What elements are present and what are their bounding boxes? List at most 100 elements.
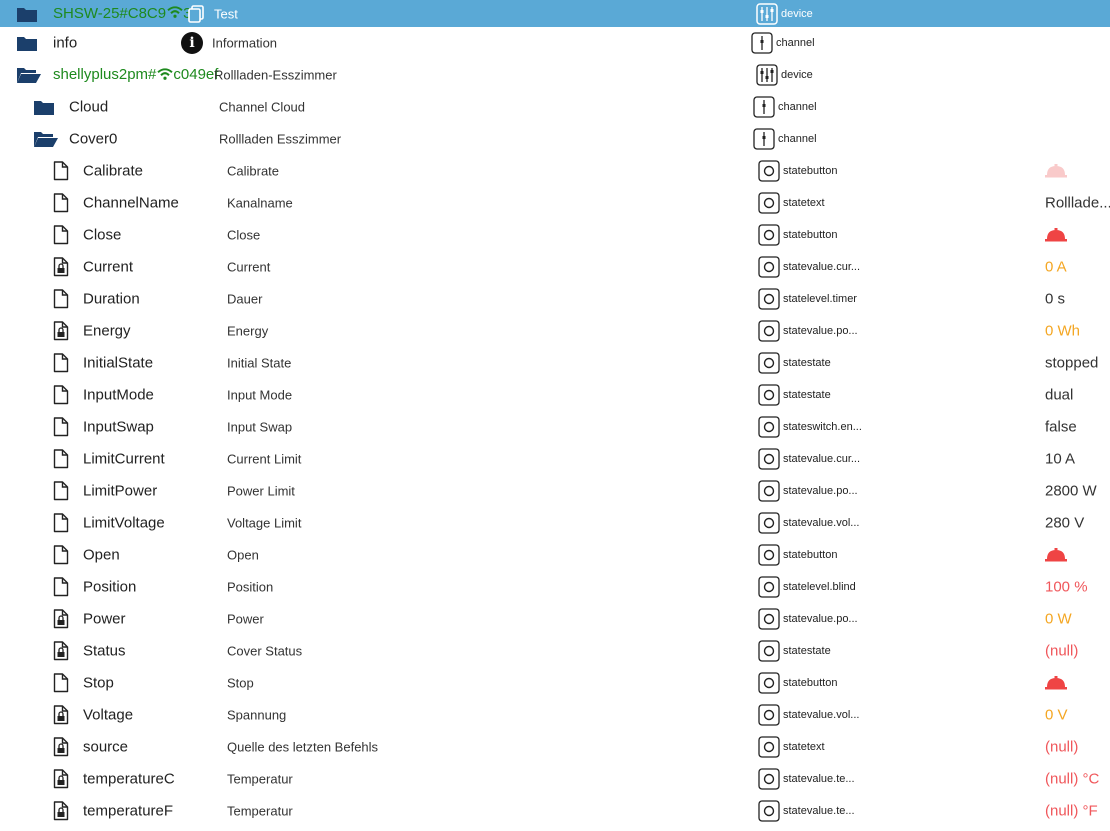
object-description: Input Mode [227,387,293,403]
state-row[interactable]: ChannelName Kanalname statetext Rolllade... [0,187,1110,219]
state-value[interactable]: stopped [1045,355,1098,372]
folder-icon[interactable] [16,5,38,23]
tree-row-shsw25[interactable]: SHSW-25#C8C9 3 Test device [0,0,1110,27]
object-role: statevalue.vol... [758,704,859,726]
folder-icon[interactable] [33,98,55,116]
state-value[interactable]: (null) °F [1045,803,1098,820]
state-row[interactable]: temperatureC Temperatur statevalue.te... (n… [0,763,1110,795]
state-value[interactable]: 100 % [1045,579,1088,596]
state-value[interactable]: 0 s [1045,291,1065,308]
state-circle-icon [758,512,780,534]
state-value[interactable]: (null) °C [1045,771,1099,788]
object-description: Power [227,611,264,627]
object-role: statevalue.cur... [758,448,860,470]
state-value[interactable]: 2800 W [1045,483,1097,500]
bell-button-icon[interactable] [1045,548,1067,562]
object-role: statevalue.cur... [758,256,860,278]
state-value[interactable]: 280 V [1045,515,1084,532]
object-description: Channel Cloud [219,99,306,115]
object-description: Current [227,259,271,275]
object-role: statevalue.po... [758,320,858,342]
object-id: source [83,738,129,756]
tree-row-shellyplus2pm[interactable]: shellyplus2pm# c049ef Rollladen-Esszimmer… [0,59,1110,91]
file-lock-icon [53,609,69,629]
copy-icon[interactable] [187,4,205,23]
folder-open-icon[interactable] [33,130,59,148]
file-icon [53,545,69,565]
state-row[interactable]: LimitPower Power Limit statevalue.po... 280… [0,475,1110,507]
state-value[interactable]: (null) [1045,643,1078,660]
object-role: statevalue.te... [758,800,855,822]
object-id: ChannelName [83,194,179,212]
state-row[interactable]: Status Cover Status statestate (null) [0,635,1110,667]
file-icon [53,513,69,533]
object-role: statebutton [758,224,837,246]
file-icon [53,289,69,309]
object-id: Open [83,546,120,564]
state-value[interactable]: 0 W [1045,611,1072,628]
state-row[interactable]: Calibrate Calibrate statebutton [0,155,1110,187]
object-description: Stop [227,675,254,691]
object-description: Cover Status [227,643,303,659]
file-lock-icon [53,641,69,661]
object-id: Calibrate [83,162,144,180]
file-icon [53,353,69,373]
state-value[interactable]: (null) [1045,739,1078,756]
state-row[interactable]: source Quelle des letzten Befehls statetex… [0,731,1110,763]
state-value[interactable]: dual [1045,387,1073,404]
state-row[interactable]: InitialState Initial State statestate stopp… [0,347,1110,379]
tree-row-cloud[interactable]: Cloud Channel Cloud channel [0,91,1110,123]
tree-row-cover0[interactable]: Cover0 Rollladen Esszimmer channel [0,123,1110,155]
state-row[interactable]: Close Close statebutton [0,219,1110,251]
object-id: LimitPower [83,482,158,500]
object-description: Voltage Limit [227,515,302,531]
object-id: temperatureF [83,802,174,820]
state-circle-icon [758,416,780,438]
state-circle-icon [758,352,780,374]
bell-button-icon[interactable] [1045,228,1067,242]
state-circle-icon [758,288,780,310]
object-role: statevalue.po... [758,480,858,502]
state-row[interactable]: Stop Stop statebutton [0,667,1110,699]
state-value[interactable]: false [1045,419,1077,436]
state-value[interactable]: 0 Wh [1045,323,1080,340]
object-role: statestate [758,352,831,374]
file-icon [53,673,69,693]
state-circle-icon [758,576,780,598]
object-id: Cloud [69,98,109,116]
state-row[interactable]: Position Position statelevel.blind 100 % [0,571,1110,603]
bell-button-icon[interactable] [1045,676,1067,690]
object-role: device [756,64,813,86]
device-sliders-icon [756,2,778,25]
state-row[interactable]: LimitVoltage Voltage Limit statevalue.vol.… [0,507,1110,539]
state-circle-icon [758,448,780,470]
channel-slider-icon [753,128,775,150]
state-row[interactable]: LimitCurrent Current Limit statevalue.cur.… [0,443,1110,475]
file-icon [53,161,69,181]
tree-row-info[interactable]: info i Information channel [0,27,1110,59]
channel-slider-icon [751,32,773,54]
state-value[interactable]: 10 A [1045,451,1075,468]
state-row[interactable]: temperatureF Temperatur statevalue.te... (n… [0,795,1110,827]
state-value[interactable]: Rolllade... [1045,195,1110,212]
folder-open-icon[interactable] [16,66,42,84]
state-row[interactable]: Energy Energy statevalue.po... 0 Wh [0,315,1110,347]
state-value[interactable]: 0 A [1045,259,1067,276]
state-row[interactable]: Duration Dauer statelevel.timer 0 s [0,283,1110,315]
state-row[interactable]: InputMode Input Mode statestate dual [0,379,1110,411]
state-circle-icon [758,768,780,790]
state-row[interactable]: Open Open statebutton [0,539,1110,571]
object-description: Test [214,6,238,21]
state-row[interactable]: Power Power statevalue.po... 0 W [0,603,1110,635]
bell-button-icon[interactable] [1045,164,1067,178]
state-row[interactable]: Current Current statevalue.cur... 0 A [0,251,1110,283]
state-circle-icon [758,640,780,662]
wifi-icon [167,5,183,22]
state-row[interactable]: Voltage Spannung statevalue.vol... 0 V [0,699,1110,731]
state-value[interactable]: 0 V [1045,707,1068,724]
folder-icon[interactable] [16,34,38,52]
object-id: Duration [83,290,140,308]
state-circle-icon [758,160,780,182]
state-row[interactable]: InputSwap Input Swap stateswitch.en... fals… [0,411,1110,443]
state-circle-icon [758,384,780,406]
